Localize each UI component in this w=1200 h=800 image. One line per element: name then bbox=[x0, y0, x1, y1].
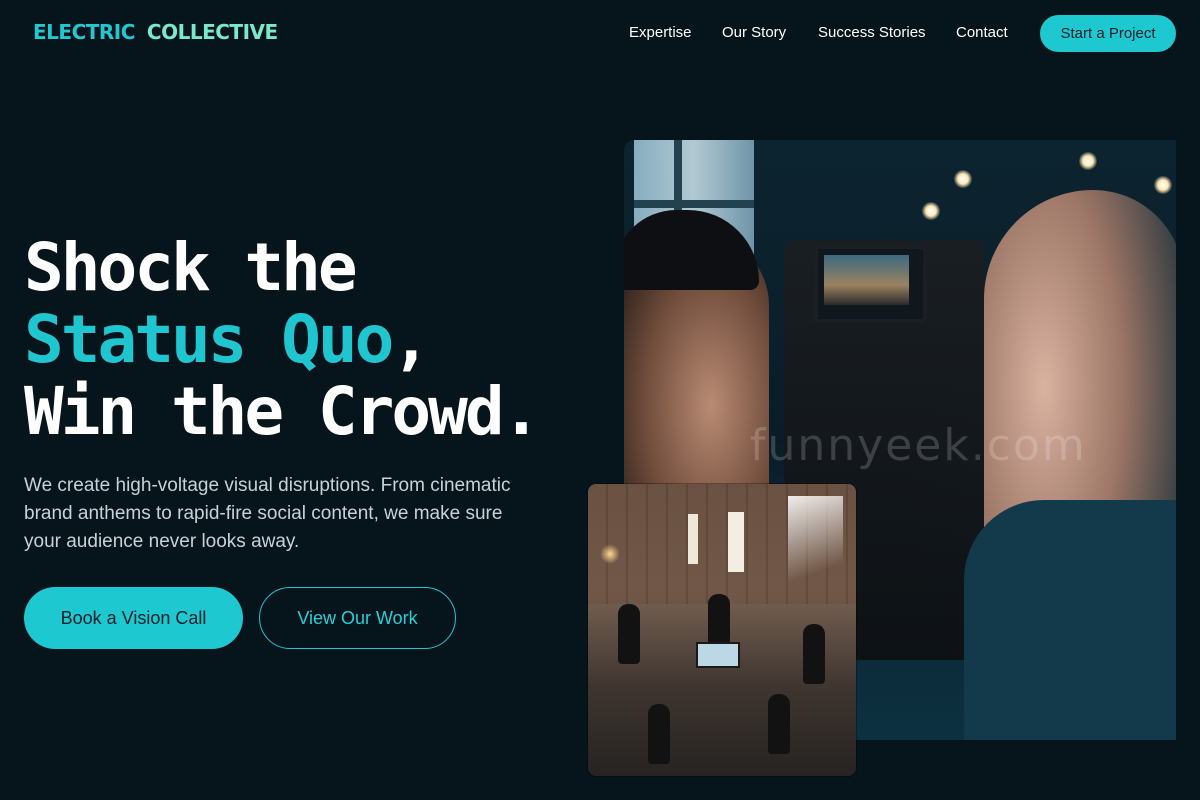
light-bulb-icon bbox=[954, 170, 972, 188]
headline-line-1: Shock the bbox=[24, 229, 358, 306]
brand-word-collective: COLLECTIVE bbox=[146, 20, 278, 44]
monitor-screen bbox=[824, 255, 909, 305]
window-frame bbox=[634, 200, 754, 208]
start-project-button[interactable]: Start a Project bbox=[1040, 15, 1176, 52]
crew-figure bbox=[803, 624, 825, 684]
book-vision-call-button[interactable]: Book a Vision Call bbox=[24, 587, 243, 649]
brand-logo[interactable]: ELECTRIC COLLECTIVE bbox=[33, 20, 278, 44]
studio-light-shape bbox=[788, 496, 843, 586]
landing-page: ELECTRIC COLLECTIVE Expertise Our Story S… bbox=[0, 0, 1200, 800]
light-bulb-icon bbox=[1079, 152, 1097, 170]
hero-headline: Shock the Status Quo, Win the Crowd. bbox=[24, 229, 541, 450]
crew-figure bbox=[648, 704, 670, 764]
shirt-shape bbox=[964, 500, 1176, 740]
nav-link-success-stories[interactable]: Success Stories bbox=[818, 24, 926, 41]
crew-figure bbox=[768, 694, 790, 754]
headline-line-2: Status Quo, bbox=[24, 304, 538, 376]
light-bulb-icon bbox=[922, 202, 940, 220]
headline-line-3: Win the Crowd. bbox=[24, 373, 541, 450]
studio-light-shape bbox=[728, 512, 744, 572]
nav-link-expertise[interactable]: Expertise bbox=[629, 24, 692, 41]
lamp-glow-shape bbox=[600, 544, 620, 564]
watermark-text: funnyeek.com bbox=[750, 420, 1087, 471]
top-navigation: ELECTRIC COLLECTIVE Expertise Our Story S… bbox=[0, 0, 1200, 68]
studio-light-shape bbox=[688, 514, 698, 564]
nav-link-our-story[interactable]: Our Story bbox=[722, 24, 786, 41]
field-monitor-shape bbox=[814, 245, 927, 323]
crew-figure bbox=[618, 604, 640, 664]
hero-studio-image bbox=[588, 484, 856, 776]
view-our-work-button[interactable]: View Our Work bbox=[259, 587, 456, 649]
headline-accent: Status Quo bbox=[24, 301, 394, 378]
light-bulb-icon bbox=[1154, 176, 1172, 194]
studio-monitor-shape bbox=[696, 642, 740, 668]
hero-subtext: We create high-voltage visual disruption… bbox=[24, 475, 511, 552]
headline-comma: , bbox=[391, 301, 431, 378]
brand-word-electric: ELECTRIC bbox=[33, 20, 135, 44]
nav-link-contact[interactable]: Contact bbox=[956, 24, 1008, 41]
